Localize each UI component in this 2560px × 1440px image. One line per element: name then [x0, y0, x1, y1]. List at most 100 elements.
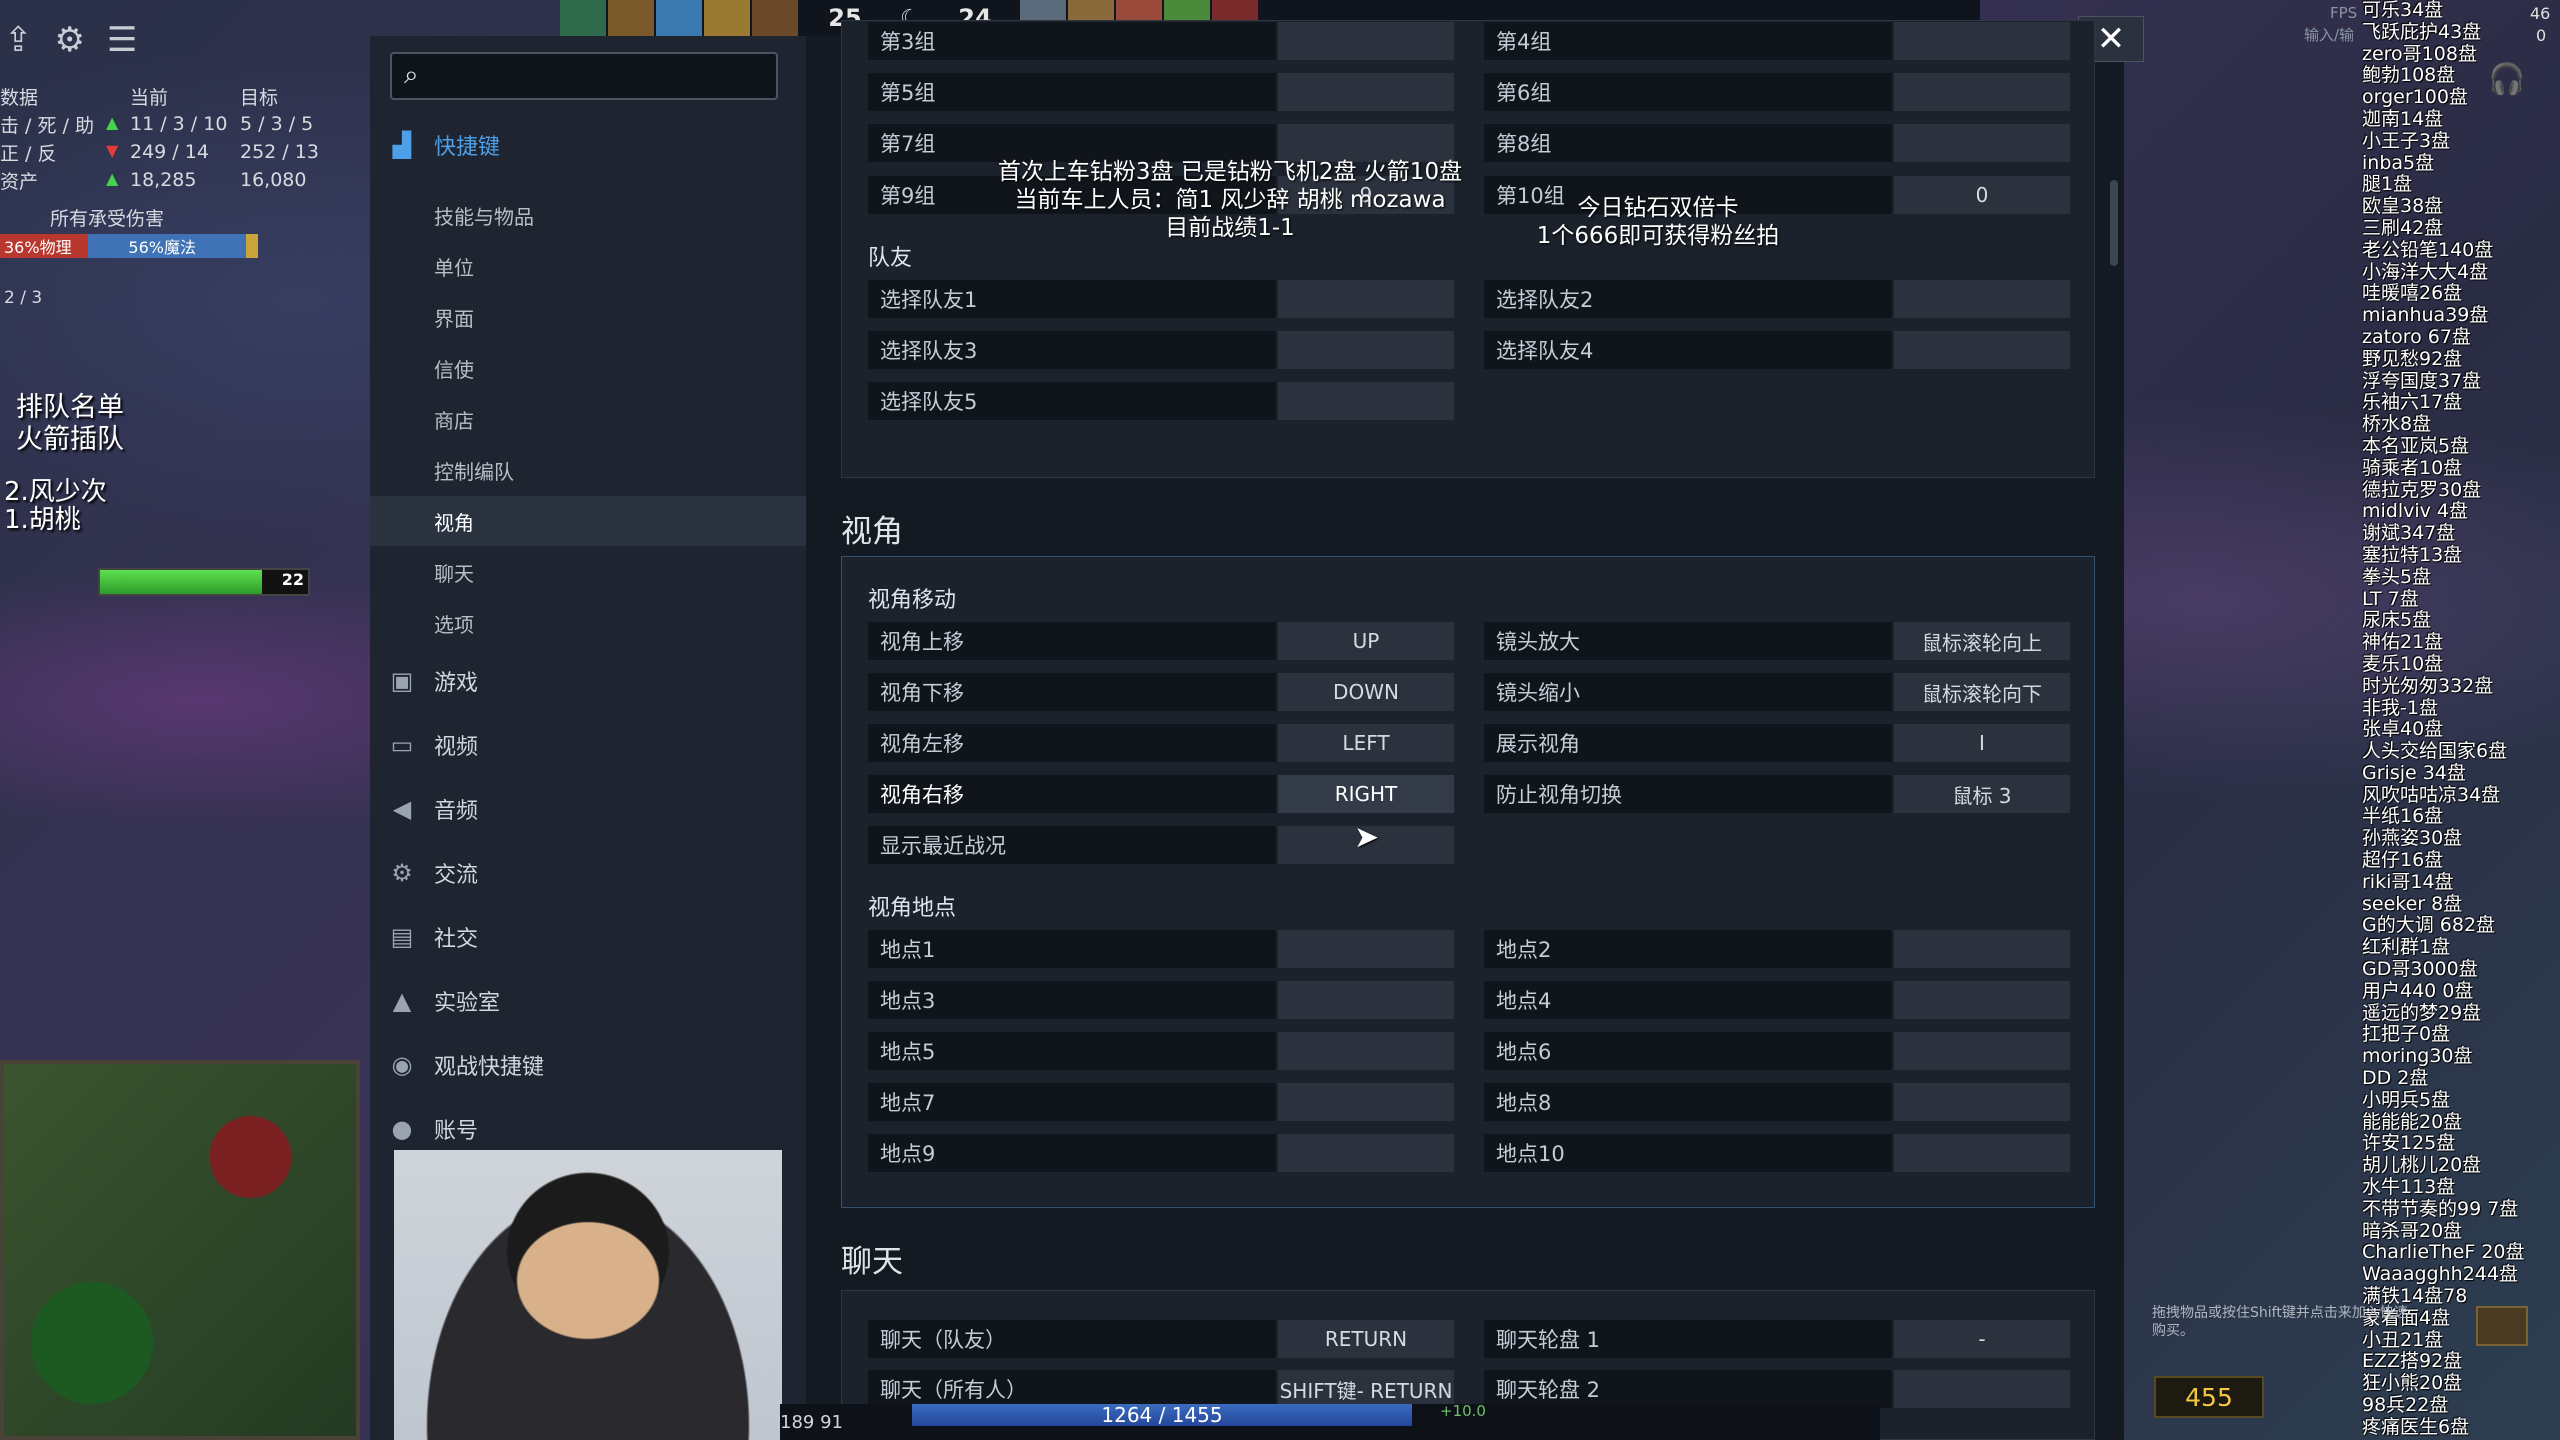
- hotkey-button[interactable]: [1894, 930, 2070, 968]
- donor-entry: 用户440 0盘: [2362, 979, 2474, 1002]
- nav-account[interactable]: ● 账号: [370, 1102, 806, 1156]
- hotkey-button[interactable]: [1278, 1083, 1454, 1121]
- hotkey-button[interactable]: RETURN: [1278, 1320, 1454, 1358]
- hotkey-button[interactable]: DOWN: [1278, 673, 1454, 711]
- hotkey-button[interactable]: [1278, 73, 1454, 111]
- hotkey-row: 聊天轮盘 1-: [1484, 1320, 2070, 1358]
- hotkey-button[interactable]: [1894, 22, 2070, 60]
- hotkey-button[interactable]: SHIFT键- RETURN: [1278, 1370, 1454, 1408]
- nav-label: 交流: [434, 863, 479, 888]
- left-hud: ⇪ ⚙ ☰ 数据 当前 目标 击 / 死 / 助 ▲ 11 / 3 / 10 5 …: [0, 0, 370, 1440]
- sub-item-abilities[interactable]: 技能与物品: [370, 190, 806, 240]
- hotkey-row: 镜头放大 鼠标滚轮向上: [1484, 622, 2070, 660]
- hotkey-row: 地点3: [868, 981, 1454, 1019]
- nav-label: 账号: [434, 1119, 479, 1144]
- hotkey-button[interactable]: [1278, 1134, 1454, 1172]
- hotkey-button[interactable]: -: [1894, 1320, 2070, 1358]
- donor-entry: zatoro 67盘: [2362, 325, 2471, 348]
- hotkey-button[interactable]: 鼠标 3: [1894, 775, 2070, 813]
- hotkey-label: 地点7: [868, 1083, 1276, 1121]
- nav-audio[interactable]: ◀ 音频: [370, 782, 806, 836]
- nav-social[interactable]: ▤ 社交: [370, 910, 806, 964]
- donor-entry: 腿1盘: [2362, 173, 2413, 196]
- hotkey-button[interactable]: [1894, 981, 2070, 1019]
- stats-current: 11 / 3 / 10: [130, 113, 228, 135]
- hotkey-label: 地点1: [868, 930, 1276, 968]
- donor-entry: GD哥3000盘: [2362, 958, 2478, 981]
- hotkey-row: 地点8: [1484, 1083, 2070, 1121]
- gear-icon[interactable]: ⚙: [55, 20, 85, 60]
- hotkey-button[interactable]: [1894, 1370, 2070, 1408]
- hotkey-label: 第3组: [868, 22, 1276, 60]
- sub-item-courier[interactable]: 信使: [370, 343, 806, 393]
- hotkey-label: 地点4: [1484, 981, 1892, 1019]
- stash-icon[interactable]: [2476, 1306, 2528, 1346]
- hotkey-button[interactable]: [1278, 981, 1454, 1019]
- search-box[interactable]: ⌕: [390, 52, 778, 100]
- hotkey-label: 选择队友3: [868, 331, 1276, 369]
- nav-hotkeys[interactable]: ▟ 快捷键: [370, 120, 806, 170]
- camera-move-label: 视角移动: [868, 588, 957, 613]
- hotkey-button[interactable]: [1894, 331, 2070, 369]
- hotkey-label: 第4组: [1484, 22, 1892, 60]
- donor-entry: 半纸16盘: [2362, 805, 2444, 828]
- hotkey-row: 地点9: [868, 1134, 1454, 1172]
- sub-item-control-groups[interactable]: 控制编队: [370, 445, 806, 495]
- hotkey-row: 展示视角 I: [1484, 724, 2070, 762]
- hotkey-button[interactable]: [1278, 331, 1454, 369]
- hotkey-button[interactable]: [1894, 280, 2070, 318]
- hotkey-button[interactable]: [1278, 382, 1454, 420]
- quickbuy-tip: 拖拽物品或按住Shift键并点击来加入快速购买。: [2152, 1305, 2408, 1339]
- hotkey-button[interactable]: [1278, 280, 1454, 318]
- hotkey-row: 选择队友3: [868, 331, 1454, 369]
- search-input[interactable]: [436, 60, 770, 94]
- hotkey-button[interactable]: RIGHT: [1278, 775, 1454, 813]
- donor-entry: moring30盘: [2362, 1045, 2473, 1068]
- hotkey-button[interactable]: [1894, 1134, 2070, 1172]
- hotkey-button[interactable]: [1894, 73, 2070, 111]
- hotkey-label: 地点6: [1484, 1032, 1892, 1070]
- donor-entry: 小海洋大大4盘: [2362, 260, 2489, 283]
- hotkey-button[interactable]: UP: [1278, 622, 1454, 660]
- sub-item-chat[interactable]: 聊天: [370, 547, 806, 597]
- minimap[interactable]: [0, 1060, 360, 1440]
- hotkey-button[interactable]: [1278, 930, 1454, 968]
- upload-icon[interactable]: ⇪: [4, 20, 33, 60]
- donor-entry: 人头交给国家6盘: [2362, 740, 2508, 763]
- nav-spectator-hotkeys[interactable]: ◉ 观战快捷键: [370, 1038, 806, 1092]
- sub-item-camera[interactable]: 视角: [370, 496, 806, 546]
- nav-game[interactable]: ▣ 游戏: [370, 654, 806, 708]
- teammates-label: 队友: [868, 246, 913, 271]
- hotkey-button[interactable]: [1278, 22, 1454, 60]
- arrow-up-icon: ▲: [106, 169, 119, 188]
- sub-item-interface[interactable]: 界面: [370, 292, 806, 342]
- hotkey-button[interactable]: 鼠标滚轮向下: [1894, 673, 2070, 711]
- gold-counter: 455: [2154, 1376, 2264, 1418]
- nav-label: 视频: [434, 735, 479, 760]
- hotkey-label: 视角左移: [868, 724, 1276, 762]
- camera-section-title: 视角: [841, 514, 903, 550]
- nav-video[interactable]: ▭ 视频: [370, 718, 806, 772]
- hotkey-button[interactable]: LEFT: [1278, 724, 1454, 762]
- nav-communication[interactable]: ⚙ 交流: [370, 846, 806, 900]
- ping-label: 输入/输: [2304, 26, 2355, 44]
- hotkey-button[interactable]: [1278, 1032, 1454, 1070]
- hotkey-button[interactable]: [1894, 1032, 2070, 1070]
- hotkey-button[interactable]: 鼠标滚轮向上: [1894, 622, 2070, 660]
- hotkey-button[interactable]: [1894, 124, 2070, 162]
- menu-icon[interactable]: ☰: [107, 20, 137, 60]
- donor-entry: seeker 8盘: [2362, 892, 2463, 915]
- scrollbar[interactable]: [2110, 180, 2118, 266]
- hotkey-button[interactable]: [1894, 1083, 2070, 1121]
- sub-item-units[interactable]: 单位: [370, 241, 806, 291]
- hotkey-button[interactable]: I: [1894, 724, 2070, 762]
- hotkey-button[interactable]: [1278, 124, 1454, 162]
- donor-entry: DD 2盘: [2362, 1067, 2429, 1090]
- overlay-line: 目前战绩1-1: [1165, 215, 1295, 241]
- hp-bar: 1264 / 1455: [912, 1404, 1412, 1426]
- donor-entry: 乐袖六17盘: [2362, 391, 2463, 414]
- hotkey-button[interactable]: 0: [1894, 176, 2070, 214]
- nav-labs[interactable]: ▲ 实验室: [370, 974, 806, 1028]
- sub-item-options[interactable]: 选项: [370, 598, 806, 648]
- sub-item-shop[interactable]: 商店: [370, 394, 806, 444]
